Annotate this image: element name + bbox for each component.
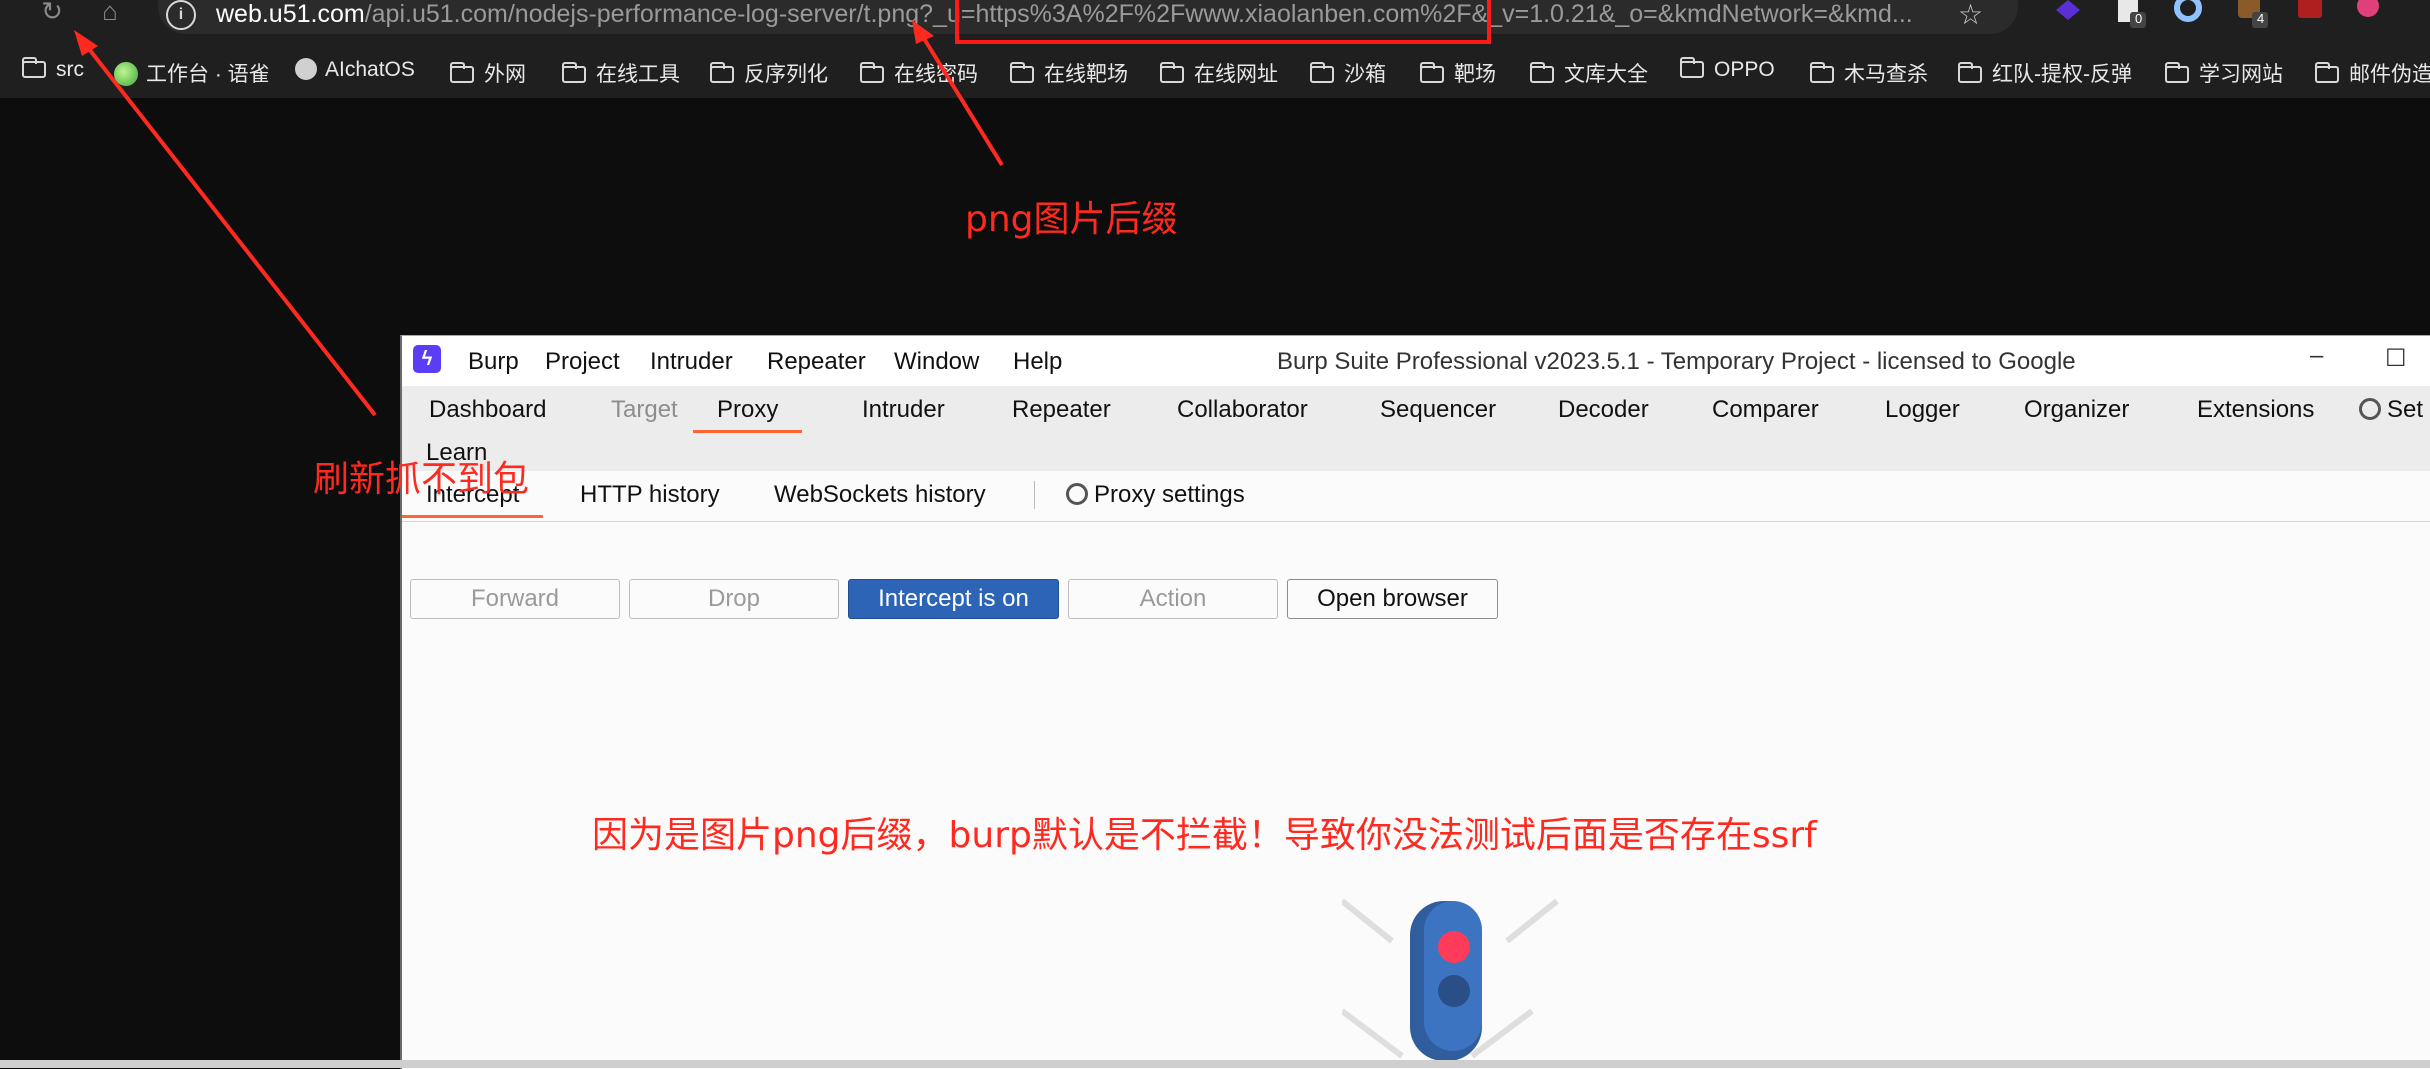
tab-comparer[interactable]: Comparer <box>1712 396 1819 424</box>
folder-icon <box>1160 62 1184 83</box>
bookmark-yuque[interactable]: 工作台 · 语雀 <box>114 58 270 88</box>
menu-repeater[interactable]: Repeater <box>767 348 866 376</box>
bookmark-folder-deserialize[interactable]: 反序列化 <box>710 58 828 88</box>
site-info-icon[interactable]: i <box>166 0 196 30</box>
url-host: web.u51.com <box>216 0 365 28</box>
bookmark-folder-learning[interactable]: 学习网站 <box>2165 58 2283 88</box>
menu-window[interactable]: Window <box>894 348 979 376</box>
tab-proxy[interactable]: Proxy <box>693 396 803 433</box>
traffic-light-icon <box>1342 898 1559 1061</box>
yuque-icon <box>114 62 138 86</box>
tab-target[interactable]: Target <box>611 396 678 424</box>
tab-websockets-history[interactable]: WebSockets history <box>774 481 986 509</box>
tab-separator <box>1034 481 1035 509</box>
extension-doc-icon[interactable]: 0 <box>2112 0 2148 30</box>
annotation-explanation: 因为是图片png后缀，burp默认是不拦截！导致你没法测试后面是否存在ssrf <box>592 815 1817 856</box>
main-tabs: Dashboard Target Proxy Intruder Repeater… <box>402 386 2430 471</box>
tab-collaborator[interactable]: Collaborator <box>1177 396 1308 424</box>
tab-settings[interactable]: Set <box>2359 396 2423 424</box>
bookmark-folder-target[interactable]: 靶场 <box>1420 58 1496 88</box>
folder-icon <box>1420 62 1444 83</box>
bookmark-star-icon[interactable]: ☆ <box>1958 0 1983 31</box>
menu-burp[interactable]: Burp <box>468 348 519 376</box>
tab-organizer[interactable]: Organizer <box>2024 396 2129 424</box>
folder-icon <box>860 62 884 83</box>
extension-diamond-icon[interactable] <box>2050 0 2086 30</box>
bookmark-folder-src[interactable]: src <box>22 57 84 82</box>
proxy-sub-tabs: Intercept HTTP history WebSockets histor… <box>402 471 2430 522</box>
folder-icon <box>2165 62 2189 83</box>
extension-ring-icon[interactable] <box>2170 0 2206 30</box>
bookmark-folder-oppo[interactable]: OPPO <box>1680 57 1775 82</box>
tab-sequencer[interactable]: Sequencer <box>1380 396 1496 424</box>
action-button[interactable]: Action <box>1068 579 1278 619</box>
folder-icon <box>1810 62 1834 83</box>
window-title: Burp Suite Professional v2023.5.1 - Temp… <box>1277 348 2076 375</box>
open-browser-button[interactable]: Open browser <box>1287 579 1498 619</box>
tab-extensions[interactable]: Extensions <box>2197 396 2314 424</box>
menu-project[interactable]: Project <box>545 348 620 376</box>
extension-red-icon[interactable] <box>2292 0 2328 30</box>
tab-intruder[interactable]: Intruder <box>862 396 945 424</box>
folder-icon <box>2315 62 2339 83</box>
tab-logger[interactable]: Logger <box>1885 396 1960 424</box>
tab-decoder[interactable]: Decoder <box>1558 396 1649 424</box>
tab-dashboard[interactable]: Dashboard <box>429 396 546 424</box>
folder-icon <box>450 62 474 83</box>
bookmark-folder-redteam[interactable]: 红队-提权-反弹 <box>1958 58 2132 88</box>
menu-intruder[interactable]: Intruder <box>650 348 733 376</box>
bookmark-aichatos[interactable]: AIchatOS <box>295 58 415 82</box>
forward-button[interactable]: Forward <box>410 579 620 619</box>
folder-icon <box>1310 62 1334 83</box>
menu-help[interactable]: Help <box>1013 348 1062 376</box>
bottom-strip <box>0 1060 2430 1068</box>
bookmark-folder-tools[interactable]: 在线工具 <box>562 58 680 88</box>
home-icon[interactable]: ⌂ <box>90 0 130 30</box>
folder-icon <box>1010 62 1034 83</box>
reload-icon[interactable]: ↻ <box>32 0 72 30</box>
gear-icon <box>1066 483 1088 505</box>
folder-icon <box>22 57 46 78</box>
burp-titlebar: ϟ Burp Project Intruder Repeater Window … <box>402 336 2430 386</box>
intercept-toggle-button[interactable]: Intercept is on <box>848 579 1059 619</box>
bookmark-folder-range[interactable]: 在线靶场 <box>1010 58 1128 88</box>
gear-icon <box>2359 398 2381 420</box>
folder-icon <box>1958 62 1982 83</box>
extension-badge: 4 <box>2257 11 2265 26</box>
proxy-settings-button[interactable]: Proxy settings <box>1066 481 1245 509</box>
folder-icon <box>710 62 734 83</box>
bookmark-folder-library[interactable]: 文库大全 <box>1530 58 1648 88</box>
burp-logo-icon: ϟ <box>413 345 441 373</box>
bookmark-folder-antivirus[interactable]: 木马查杀 <box>1810 58 1928 88</box>
annotation-refresh-no-capture: 刷新抓不到包 <box>313 459 530 500</box>
tab-repeater[interactable]: Repeater <box>1012 396 1111 424</box>
url-highlight-box <box>955 0 1491 44</box>
bookmark-folder-password[interactable]: 在线密码 <box>860 58 978 88</box>
folder-icon <box>1680 57 1704 78</box>
bookmark-folder-sandbox[interactable]: 沙箱 <box>1310 58 1386 88</box>
bookmark-folder-sites[interactable]: 在线网址 <box>1160 58 1278 88</box>
maximize-icon[interactable]: ☐ <box>2385 344 2407 373</box>
folder-icon <box>1530 62 1554 83</box>
burp-window: ϟ Burp Project Intruder Repeater Window … <box>400 335 2430 1069</box>
bookmark-folder-mail[interactable]: 邮件伪造 <box>2315 58 2430 88</box>
extension-flower-icon[interactable] <box>2350 0 2386 30</box>
folder-icon <box>562 62 586 83</box>
minimize-icon[interactable]: – <box>2310 342 2323 370</box>
extension-animal-icon[interactable]: 4 <box>2234 0 2270 30</box>
bookmark-folder-waiwang[interactable]: 外网 <box>450 58 526 88</box>
extension-badge: 0 <box>2135 11 2143 26</box>
annotation-png-suffix: png图片后缀 <box>965 199 1178 240</box>
globe-icon <box>295 58 317 80</box>
bookmarks-bar: src 工作台 · 语雀 AIchatOS 外网 在线工具 反序列化 在线密码 … <box>0 38 2430 98</box>
tab-http-history[interactable]: HTTP history <box>580 481 720 509</box>
drop-button[interactable]: Drop <box>629 579 839 619</box>
